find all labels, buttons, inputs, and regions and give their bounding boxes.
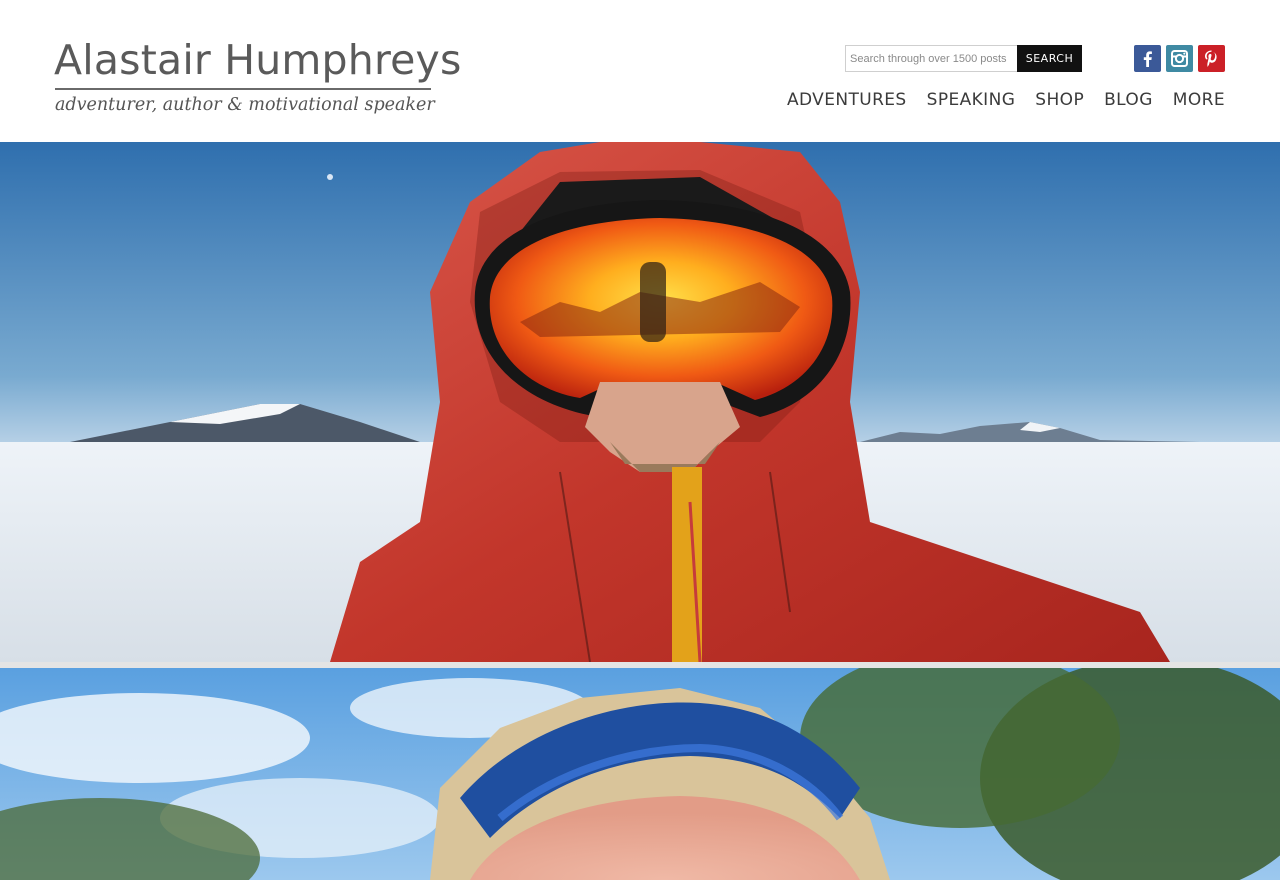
facebook-icon	[1134, 45, 1161, 72]
nav-shop[interactable]: SHOP	[1035, 90, 1084, 110]
nav-adventures[interactable]: ADVENTURES	[787, 90, 907, 110]
site-title[interactable]: Alastair Humphreys	[54, 36, 462, 84]
site-header: Alastair Humphreys adventurer, author & …	[0, 0, 1280, 142]
site-tagline: adventurer, author & motivational speake…	[55, 95, 435, 115]
logo-divider	[55, 88, 431, 90]
search-button[interactable]: SEARCH	[1017, 45, 1082, 72]
search-input[interactable]	[845, 45, 1017, 72]
search-form: SEARCH	[845, 45, 1082, 72]
instagram-icon	[1166, 45, 1193, 72]
pinterest-icon	[1198, 45, 1225, 72]
instagram-link[interactable]	[1166, 45, 1193, 72]
hero-image-snow-portrait[interactable]	[0, 142, 1280, 662]
facebook-link[interactable]	[1134, 45, 1161, 72]
nav-speaking[interactable]: SPEAKING	[927, 90, 1016, 110]
social-links	[1134, 45, 1225, 72]
main-nav: ADVENTURES SPEAKING SHOP BLOG MORE	[787, 90, 1225, 110]
pinterest-link[interactable]	[1198, 45, 1225, 72]
hero-image-goggles-portrait[interactable]	[0, 668, 1280, 880]
nav-more[interactable]: MORE	[1173, 90, 1225, 110]
nav-blog[interactable]: BLOG	[1104, 90, 1153, 110]
